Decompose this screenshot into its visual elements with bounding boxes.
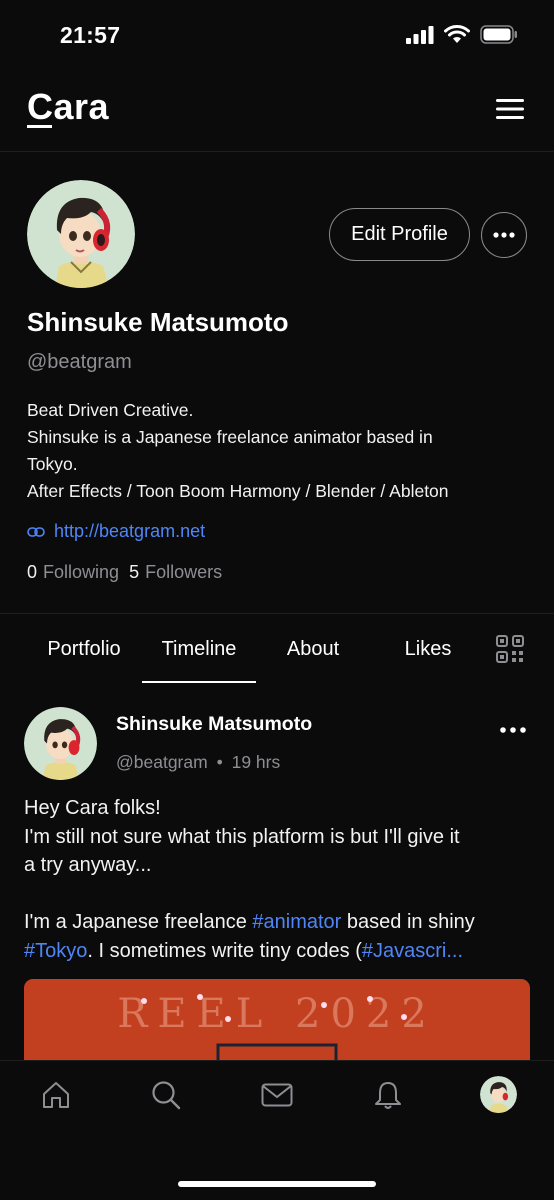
tab-about[interactable]: About <box>256 614 370 684</box>
bio-line: Beat Driven Creative. <box>27 400 194 420</box>
profile-handle: @beatgram <box>27 351 132 373</box>
post-line: I'm still not sure what this platform is… <box>24 825 460 848</box>
wifi-icon <box>444 25 470 43</box>
meta-separator: • <box>216 752 223 772</box>
followers-count[interactable]: 5 <box>129 562 139 583</box>
bio-line: Tokyo. <box>27 454 78 474</box>
profile-tabs: Portfolio Timeline About Likes <box>0 613 554 683</box>
app-header: Cara <box>0 72 554 152</box>
active-tab-indicator <box>142 681 256 683</box>
post-text: I'm a Japanese freelance <box>24 911 253 933</box>
post-body: Hey Cara folks! I'm still not sure what … <box>24 794 534 965</box>
search-icon[interactable] <box>149 1078 183 1112</box>
post-meta: @beatgram • 19 hrs <box>116 752 280 773</box>
bottom-nav <box>0 1060 554 1200</box>
cara-logo[interactable]: Cara <box>27 86 109 128</box>
qr-code-icon[interactable] <box>496 635 524 663</box>
signal-icon <box>406 25 434 44</box>
status-icons <box>406 25 518 44</box>
status-time: 21:57 <box>60 22 121 48</box>
post-more-icon[interactable] <box>500 724 526 736</box>
post-line: Hey Cara folks! <box>24 797 161 819</box>
followers-label[interactable]: Followers <box>145 562 222 583</box>
avatar-illustration <box>24 707 97 780</box>
post-author-avatar[interactable] <box>24 707 97 780</box>
status-bar: 21:57 <box>0 0 554 72</box>
mail-icon[interactable] <box>260 1078 294 1112</box>
post-text: . I sometimes write tiny codes ( <box>87 939 362 962</box>
avatar-illustration <box>27 180 135 288</box>
hamburger-menu-icon[interactable] <box>496 98 524 120</box>
profile-more-button[interactable] <box>481 212 527 258</box>
battery-icon <box>480 25 517 44</box>
profile-avatar[interactable] <box>27 180 135 288</box>
tab-timeline[interactable]: Timeline <box>142 614 256 684</box>
post-line: a try anyway... <box>24 854 152 876</box>
following-label[interactable]: Following <box>43 562 119 583</box>
post-line: #Tokyo. I sometimes write tiny codes (#J… <box>24 937 534 966</box>
profile-bio: Beat Driven Creative. Shinsuke is a Japa… <box>27 397 527 505</box>
logo-underline <box>27 125 52 128</box>
post-time[interactable]: 19 hrs <box>232 752 281 772</box>
nav-profile-avatar[interactable] <box>480 1076 517 1113</box>
link-icon <box>27 526 45 537</box>
bell-icon[interactable] <box>371 1078 405 1112</box>
home-indicator <box>178 1181 376 1187</box>
website-link[interactable]: http://beatgram.net <box>27 521 205 542</box>
follow-stats: 0 Following 5 Followers <box>27 562 222 583</box>
avatar-illustration <box>480 1076 517 1113</box>
following-count[interactable]: 0 <box>27 562 37 583</box>
bio-line: Shinsuke is a Japanese freelance animato… <box>27 427 433 447</box>
hashtag-tokyo[interactable]: #Tokyo <box>24 940 87 962</box>
tab-likes[interactable]: Likes <box>371 614 485 684</box>
post-author-name[interactable]: Shinsuke Matsumoto <box>116 713 312 736</box>
post-text: based in shiny <box>341 911 475 933</box>
bio-line: After Effects / Toon Boom Harmony / Blen… <box>27 481 449 501</box>
tab-portfolio[interactable]: Portfolio <box>27 614 141 684</box>
post-handle[interactable]: @beatgram <box>116 752 208 772</box>
post-line: I'm a Japanese freelance #animator based… <box>24 908 534 937</box>
website-url[interactable]: http://beatgram.net <box>54 521 205 542</box>
home-icon[interactable] <box>39 1078 73 1112</box>
hashtag-javascript[interactable]: #Javascri... <box>362 940 463 962</box>
edit-profile-button[interactable]: Edit Profile <box>329 208 470 261</box>
more-horizontal-icon <box>493 232 515 238</box>
hashtag-animator[interactable]: #animator <box>252 911 341 933</box>
profile-name: Shinsuke Matsumoto <box>27 307 289 337</box>
